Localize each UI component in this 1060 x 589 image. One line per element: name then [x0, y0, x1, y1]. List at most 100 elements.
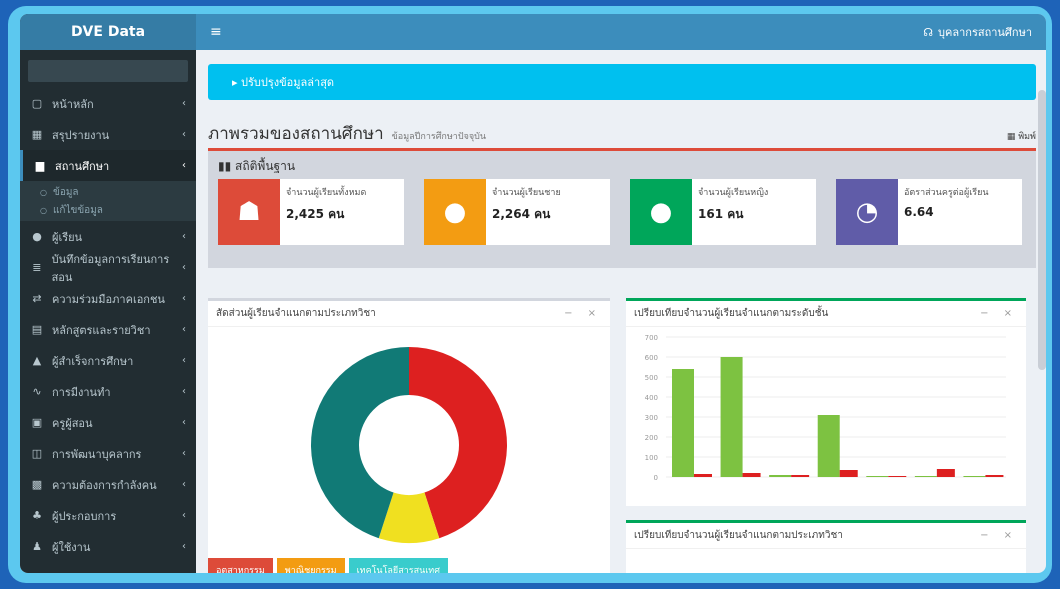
submenu-item[interactable]: ○ แก้ไขข้อมูล [20, 201, 196, 219]
chevron-left-icon: ‹ [182, 386, 186, 397]
bar-panel-2: เปรียบเทียบจำนวนผู้เรียนจำแนกตามประเภทวิ… [626, 520, 1026, 573]
stat-card: ● จำนวนผู้เรียนชาย 2,264 คน [424, 179, 610, 245]
user-name: บุคลากรสถานศึกษา [938, 26, 1032, 39]
y-tick-label: 200 [645, 434, 658, 442]
sidebar-item[interactable]: ♟ ผู้ใช้งาน ‹ [20, 531, 196, 562]
chevron-left-icon: ‹ [182, 479, 186, 490]
stat-label: จำนวนผู้เรียนทั้งหมด [286, 188, 367, 198]
chevron-left-icon: ‹ [182, 355, 186, 366]
stat-card: ◔ อัตราส่วนครูต่อผู้เรียน 6.64 [836, 179, 1022, 245]
stat-label: อัตราส่วนครูต่อผู้เรียน [904, 188, 989, 198]
bar[interactable] [769, 475, 792, 477]
stat-label: จำนวนผู้เรียนชาย [492, 188, 561, 198]
bar[interactable] [914, 476, 937, 477]
donut-chart [311, 347, 507, 543]
info-callout[interactable]: ▸ ปรับปรุงข้อมูลล่าสุด [208, 64, 1036, 100]
sidebar-item[interactable]: ≣ บันทึกข้อมูลการเรียนการสอน ‹ [20, 252, 196, 284]
user-menu[interactable]: ☊ บุคลากรสถานศึกษา [923, 23, 1032, 41]
submenu-item-label: แก้ไขข้อมูล [52, 204, 103, 216]
bar[interactable] [963, 476, 986, 477]
donut-panel: สัดส่วนผู้เรียนจำแนกตามประเภทวิชา − × อุ… [208, 298, 610, 573]
panel-tools[interactable]: − × [980, 530, 1018, 541]
legend-chip[interactable]: พาณิชยกรรม [276, 558, 345, 573]
sidebar-item-label: ครูผู้สอน [52, 416, 93, 430]
y-tick-label: 400 [645, 394, 658, 402]
app-logo[interactable]: DVE Data [20, 14, 196, 50]
bar[interactable] [720, 357, 743, 477]
bar[interactable] [839, 470, 858, 477]
pie-icon: ◔ [836, 179, 898, 245]
legend-chip[interactable]: เทคโนโลยีสารสนเทศ [348, 558, 448, 573]
sidebar-item[interactable]: ▢ หน้าหลัก ‹ [20, 88, 196, 119]
sidebar-item[interactable]: ▦ สรุปรายงาน ‹ [20, 119, 196, 150]
sidebar: DVE Data ▢ หน้าหลัก ‹ ▦ สรุปรายงาน ‹ ▆ สถานศึกษ… [20, 14, 196, 573]
print-icon: ▦ [1006, 132, 1019, 142]
sidebar-item[interactable]: ∿ การมีงานทำ ‹ [20, 376, 196, 407]
sidebar-search[interactable] [28, 60, 188, 82]
submenu-item-label: ข้อมูล [52, 186, 79, 198]
page-header: ภาพรวมของสถานศึกษา ข้อมูลปีการศึกษาปัจจุ… [208, 120, 1036, 144]
sidebar-item-label: ผู้สำเร็จการศึกษา [52, 354, 134, 368]
sidebar-item[interactable]: ♣ ผู้ประกอบการ ‹ [20, 500, 196, 531]
user-icon: ● [32, 230, 42, 243]
submenu-item[interactable]: ○ ข้อมูล [20, 183, 196, 201]
donut-panel-title: สัดส่วนผู้เรียนจำแนกตามประเภทวิชา [216, 308, 376, 319]
workforce-icon: ▩ [31, 478, 43, 491]
stats-icon: ▮▮ [218, 159, 236, 173]
sidebar-item-label: หลักสูตรและรายวิชา [52, 323, 151, 337]
hamburger-icon[interactable]: ≡ [210, 24, 222, 40]
stats-box: ▮▮ สถิติพื้นฐาน ☗ จำนวนผู้เรียนทั้งหมด 2,4… [208, 148, 1036, 268]
users-icon: ☗ [218, 179, 280, 245]
sidebar-item[interactable]: ⇄ ความร่วมมือภาคเอกชน ‹ [20, 283, 196, 314]
bar[interactable] [672, 369, 694, 477]
bar[interactable] [817, 415, 840, 477]
page-scrollbar[interactable] [1038, 90, 1046, 370]
sidebar-item[interactable]: ▤ หลักสูตรและรายวิชา ‹ [20, 314, 196, 345]
legend-chip[interactable]: อุตสาหกรรม [208, 558, 273, 573]
stat-value: 161 คน [698, 207, 744, 221]
sidebar-item-label: การพัฒนาบุคลากร [52, 447, 142, 461]
training-icon: ◫ [31, 447, 43, 460]
sidebar-item[interactable]: ▩ ความต้องการกำลังคน ‹ [20, 469, 196, 500]
bar-panel-2-header: เปรียบเทียบจำนวนผู้เรียนจำแนกตามประเภทวิ… [626, 523, 1026, 549]
square-icon: ▢ [31, 97, 43, 110]
chevron-left-icon: ‹ [182, 262, 186, 273]
bar[interactable] [791, 475, 810, 477]
handshake-icon: ⇄ [32, 292, 42, 305]
bar[interactable] [888, 476, 907, 477]
donut-legend: อุตสาหกรรม พาณิชยกรรม เทคโนโลยีสารสนเทศ [208, 558, 448, 573]
book-icon: ▤ [31, 323, 43, 336]
sidebar-item[interactable]: ▲ ผู้สำเร็จการศึกษา ‹ [20, 345, 196, 376]
bar-panel: เปรียบเทียบจำนวนผู้เรียนจำแนกตามระดับชั้… [626, 298, 1026, 506]
sidebar-item-label: ผู้ใช้งาน [52, 540, 91, 554]
bar-panel-header: เปรียบเทียบจำนวนผู้เรียนจำแนกตามระดับชั้… [626, 301, 1026, 327]
bar[interactable] [985, 475, 1004, 477]
bar-panel-title: เปรียบเทียบจำนวนผู้เรียนจำแนกตามระดับชั้… [634, 308, 829, 319]
stats-title: ▮▮ สถิติพื้นฐาน [218, 157, 1026, 177]
bar[interactable] [694, 474, 712, 477]
bar[interactable] [742, 473, 761, 477]
topbar: ≡ ☊ บุคลากรสถานศึกษา [196, 14, 1046, 50]
print-button[interactable]: ▦ พิมพ์ [1007, 129, 1036, 143]
panel-tools[interactable]: − × [564, 308, 602, 319]
bar[interactable] [866, 476, 889, 477]
chevron-left-icon: ‹ [182, 417, 186, 428]
stat-card: ● จำนวนผู้เรียนหญิง 161 คน [630, 179, 816, 245]
panel-tools[interactable]: − × [980, 308, 1018, 319]
page-title: ภาพรวมของสถานศึกษา [208, 124, 384, 144]
sidebar-item[interactable]: ● ผู้เรียน ‹ [20, 221, 196, 252]
bar[interactable] [936, 469, 955, 477]
person-icon: ♟ [32, 540, 42, 553]
chevron-left-icon: ‹ [182, 160, 186, 171]
building-icon: ▆ [35, 159, 45, 172]
y-tick-label: 0 [654, 474, 658, 482]
sidebar-item-label: ความร่วมมือภาคเอกชน [52, 292, 165, 306]
sidebar-item[interactable]: ▆ สถานศึกษา ‹ [20, 150, 196, 181]
stat-label: จำนวนผู้เรียนหญิง [698, 188, 769, 198]
sidebar-item[interactable]: ◫ การพัฒนาบุคลากร ‹ [20, 438, 196, 469]
bar-chart-2 [626, 549, 1026, 573]
sidebar-item[interactable]: ▣ ครูผู้สอน ‹ [20, 407, 196, 438]
bar-chart: 0 100 200 300 400 500 600 700 [645, 334, 1006, 482]
user-icon: ● [630, 179, 692, 245]
chevron-left-icon: ‹ [182, 129, 186, 140]
